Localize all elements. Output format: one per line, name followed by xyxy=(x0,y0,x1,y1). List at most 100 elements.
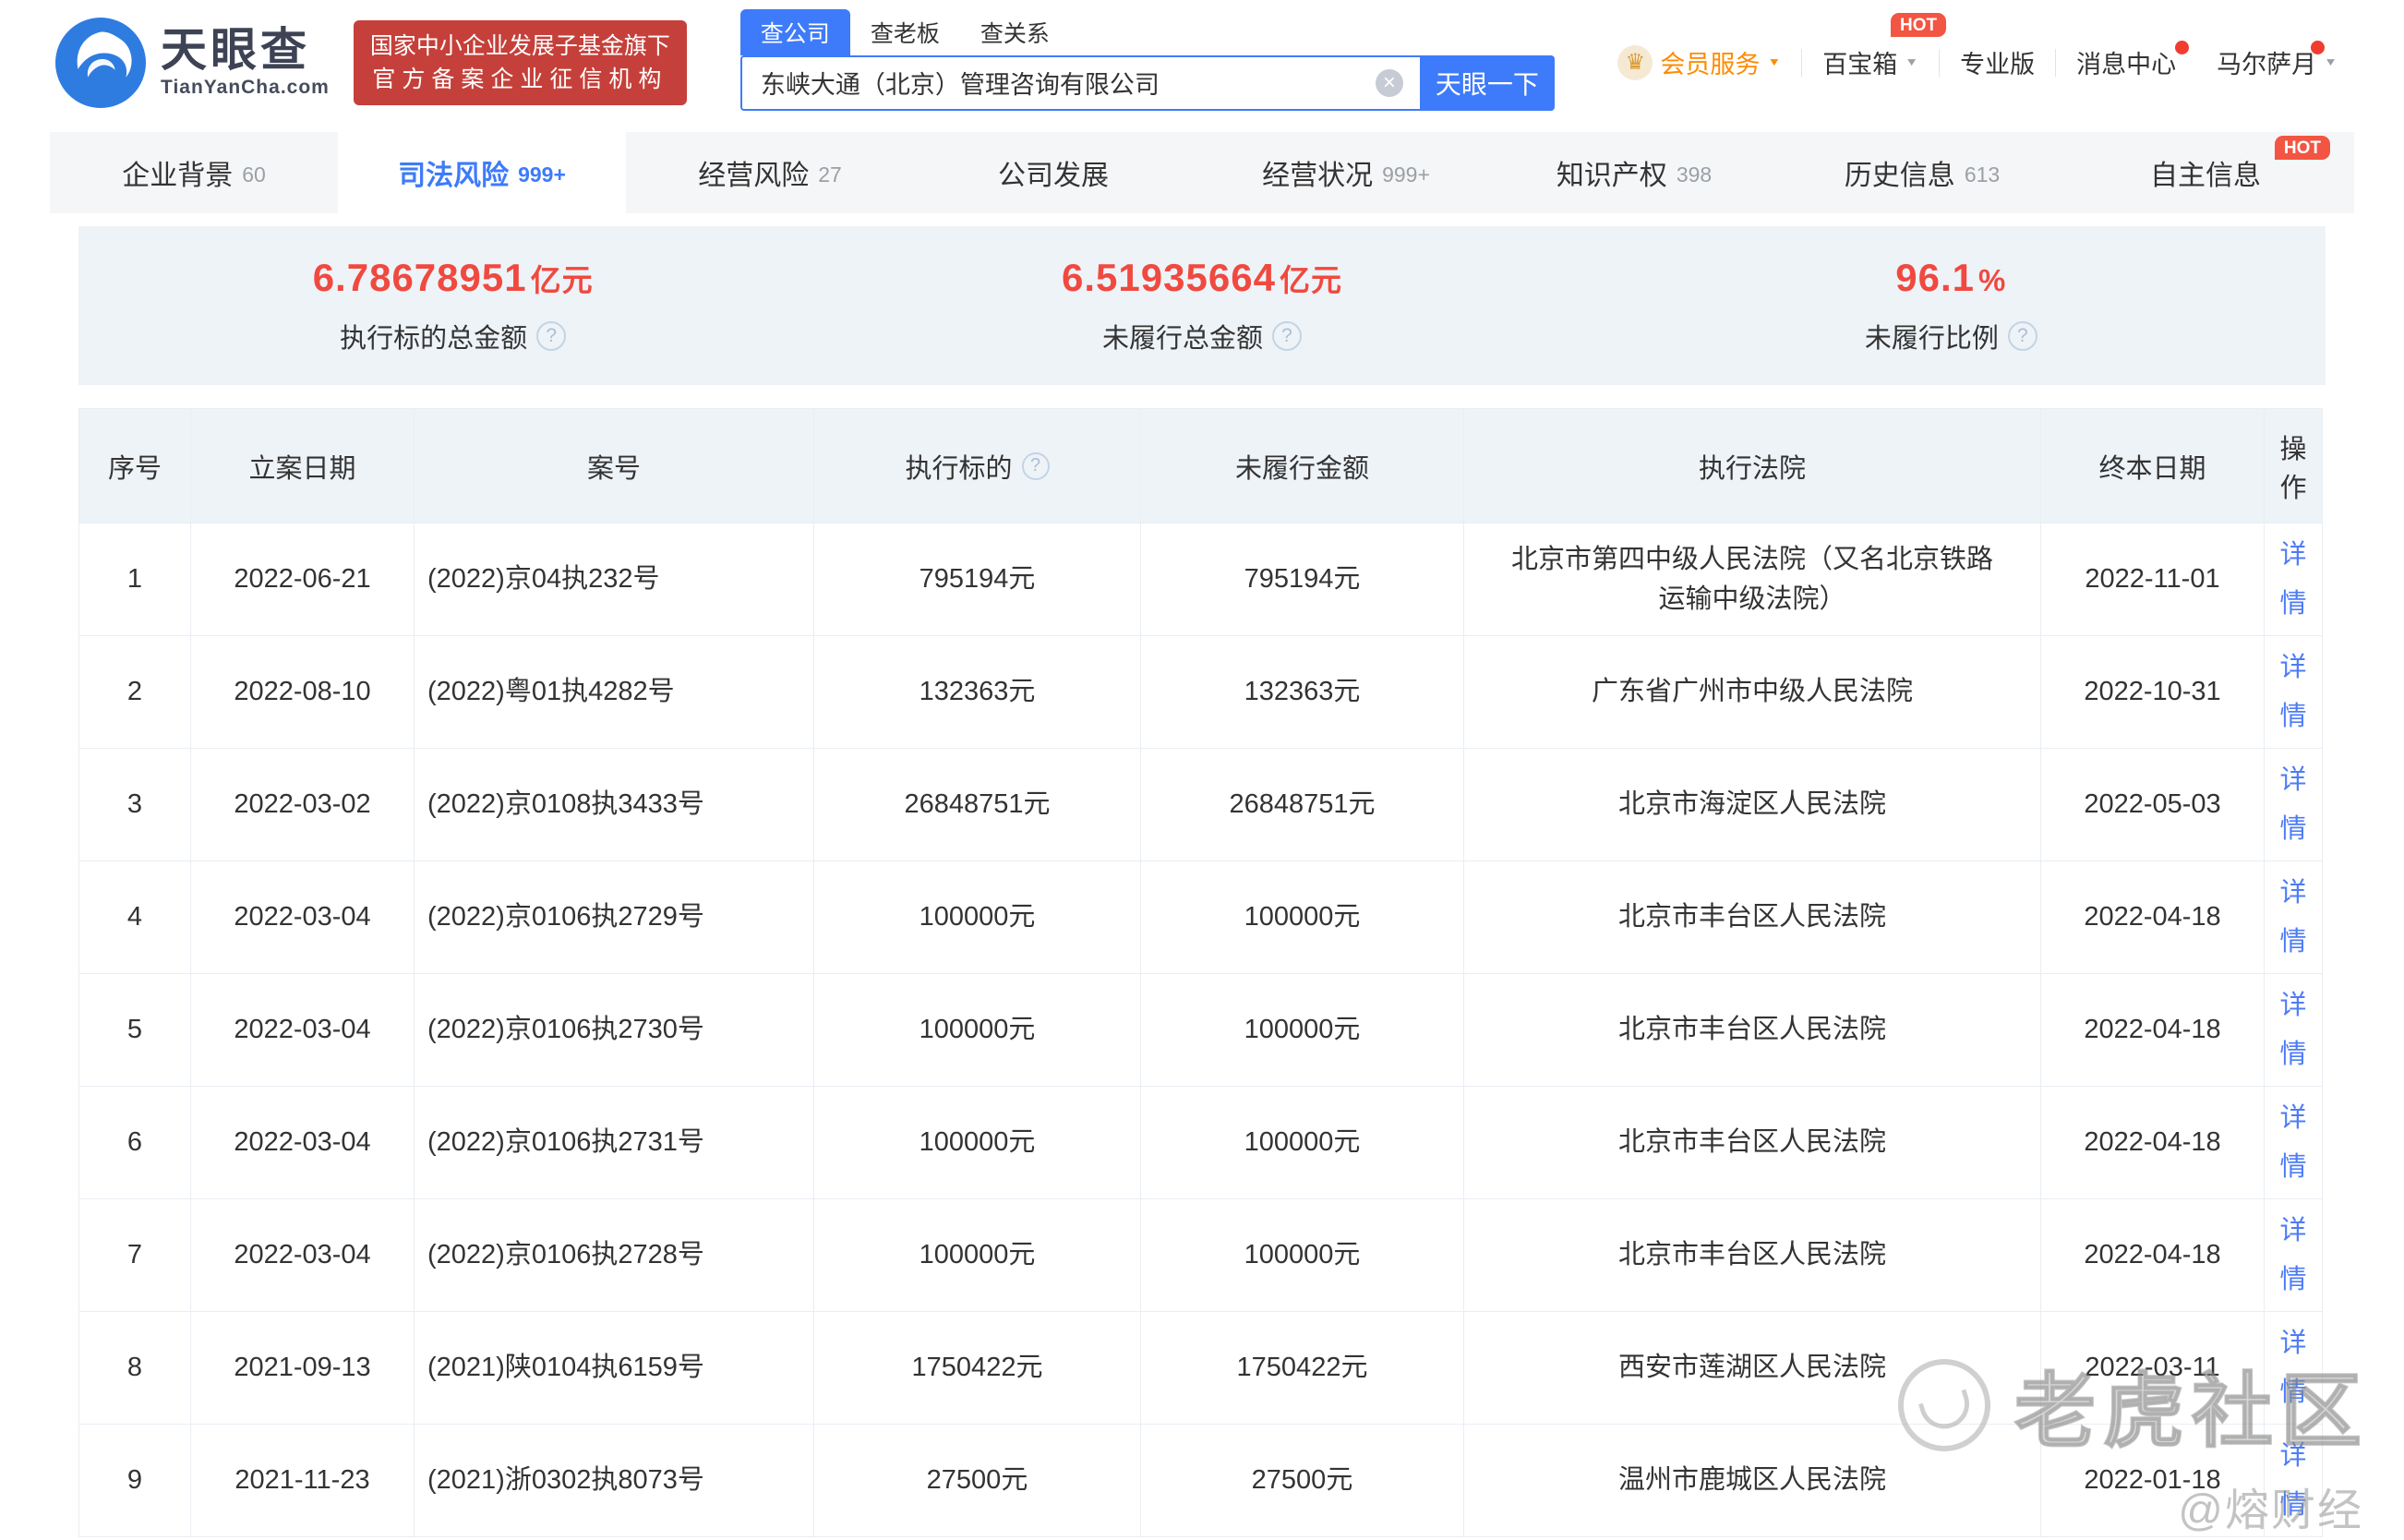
cell-unfulfilled-amount: 100000元 xyxy=(1140,860,1464,974)
cell-execution-target: 100000元 xyxy=(813,1198,1141,1312)
section-tab-count: 27 xyxy=(818,162,842,186)
cell-execution-target: 100000元 xyxy=(813,973,1141,1087)
search-area: 查公司 查老板 查关系 × 天眼一下 xyxy=(739,8,1555,111)
question-help-icon[interactable]: ? xyxy=(1021,451,1050,480)
logo-text-en: TianYanCha.com xyxy=(161,76,330,98)
gov-certification-badge: 国家中小企业发展子基金旗下 官方备案企业征信机构 xyxy=(353,19,687,105)
search-button[interactable]: 天眼一下 xyxy=(1419,54,1555,111)
summary-stat: 6.51935664 亿元 未履行总金额 ? xyxy=(827,226,1576,385)
cell-court: 西安市莲湖区人民法院 xyxy=(1463,1311,2041,1425)
terminated-execution-table: 序号 立案日期 案号 执行标的 ? 未履行金额 执行法院 终本日期 操作 1 2… xyxy=(78,408,2323,1537)
detail-link[interactable]: 详情 xyxy=(2278,1432,2308,1528)
section-tab[interactable]: 自主信息 HOT xyxy=(2066,132,2354,213)
cell-unfulfilled-amount: 795194元 xyxy=(1140,523,1464,636)
cell-unfulfilled-amount: 100000元 xyxy=(1140,1198,1464,1312)
cell-case-number: (2022)京04执232号 xyxy=(414,523,814,636)
section-tab-label: 企业背景 xyxy=(122,161,234,191)
table-row: 3 2022-03-02 (2022)京0108执3433号 26848751元… xyxy=(78,748,2323,861)
section-tab-label: 历史信息 xyxy=(1844,161,1955,191)
cell-action: 详情 xyxy=(2264,860,2323,974)
tianyancha-logo-icon xyxy=(55,17,146,108)
cell-action: 详情 xyxy=(2264,748,2323,861)
cell-case-number: (2022)京0106执2729号 xyxy=(414,860,814,974)
question-help-icon[interactable]: ? xyxy=(2007,321,2037,351)
cell-seq: 7 xyxy=(78,1198,191,1312)
cell-execution-target: 100000元 xyxy=(813,1086,1141,1199)
question-help-icon[interactable]: ? xyxy=(536,321,567,351)
nav-vip-services[interactable]: ♛ 会员服务 ▼ xyxy=(1597,44,1801,80)
section-tab[interactable]: 司法风险 999+ HOT xyxy=(338,132,626,213)
detail-link[interactable]: 详情 xyxy=(2278,756,2308,852)
nav-user-menu[interactable]: 马尔萨月 ▼ xyxy=(2196,41,2358,80)
summary-stat: 96.1% 未履行比例 ? xyxy=(1577,226,2326,385)
cell-seq: 5 xyxy=(78,973,191,1087)
clear-input-icon[interactable]: × xyxy=(1375,68,1403,97)
cell-filing-date: 2022-06-21 xyxy=(190,523,415,636)
nav-toolbox[interactable]: HOT 百宝箱 ▼ xyxy=(1802,13,1947,80)
section-tab[interactable]: 企业背景 60 HOT xyxy=(50,132,338,213)
section-tab[interactable]: 经营状况 999+ HOT xyxy=(1202,132,1490,213)
col-execution-target: 执行标的 ? xyxy=(813,408,1141,523)
cell-end-date: 2022-04-18 xyxy=(2040,860,2265,974)
detail-link[interactable]: 详情 xyxy=(2278,869,2308,965)
cell-end-date: 2022-04-18 xyxy=(2040,1198,2265,1312)
col-unfulfilled-amount: 未履行金额 xyxy=(1140,408,1464,523)
question-help-icon[interactable]: ? xyxy=(1272,321,1302,351)
stat-value: 6.51935664 亿元 xyxy=(1062,256,1342,299)
crown-icon: ♛ xyxy=(1617,44,1653,80)
search-tab[interactable]: 查公司 xyxy=(739,8,850,55)
search-tab[interactable]: 查关系 xyxy=(960,9,1070,55)
cell-end-date: 2022-04-18 xyxy=(2040,1086,2265,1199)
cell-case-number: (2022)京0106执2730号 xyxy=(414,973,814,1087)
cell-case-number: (2021)浙0302执8073号 xyxy=(414,1424,814,1537)
gov-badge-line2: 官方备案企业征信机构 xyxy=(372,66,668,92)
cell-seq: 8 xyxy=(78,1311,191,1425)
cell-court: 广东省广州市中级人民法院 xyxy=(1463,635,2041,749)
section-tab[interactable]: 公司发展 HOT xyxy=(914,132,1202,213)
cell-court: 北京市丰台区人民法院 xyxy=(1463,1086,2041,1199)
cell-case-number: (2022)粤01执4282号 xyxy=(414,635,814,749)
cell-case-number: (2022)京0106执2731号 xyxy=(414,1086,814,1199)
section-tab-count: 613 xyxy=(1964,162,2001,186)
cell-filing-date: 2021-09-13 xyxy=(190,1311,415,1425)
detail-link[interactable]: 详情 xyxy=(2278,1319,2308,1415)
section-tab[interactable]: 历史信息 613 HOT xyxy=(1778,132,2066,213)
company-section-tabs: 企业背景 60 HOT 司法风险 999+ HOT 经营风险 27 HOT 公司… xyxy=(50,132,2354,213)
search-tab[interactable]: 查老板 xyxy=(850,9,960,55)
section-tab[interactable]: 知识产权 398 HOT xyxy=(1490,132,1778,213)
search-input[interactable] xyxy=(739,54,1420,111)
table-row: 1 2022-06-21 (2022)京04执232号 795194元 7951… xyxy=(78,523,2323,636)
section-tab[interactable]: 经营风险 27 HOT xyxy=(626,132,914,213)
cell-execution-target: 27500元 xyxy=(813,1424,1141,1537)
top-header: 天眼查 TianYanCha.com 国家中小企业发展子基金旗下 官方备案企业征… xyxy=(0,0,2404,125)
nav-message-center[interactable]: 消息中心 xyxy=(2056,41,2196,80)
hot-badge: HOT xyxy=(2274,136,2330,160)
tianyancha-logo[interactable]: 天眼查 TianYanCha.com xyxy=(55,17,330,108)
toolbox-label: 百宝箱 xyxy=(1822,51,1898,78)
col-seq: 序号 xyxy=(78,408,191,523)
section-tab-label: 知识产权 xyxy=(1556,161,1667,191)
cell-court: 北京市丰台区人民法院 xyxy=(1463,973,2041,1087)
stat-value: 6.78678951 亿元 xyxy=(312,256,594,299)
cell-seq: 4 xyxy=(78,860,191,974)
table-row: 8 2021-09-13 (2021)陕0104执6159号 1750422元 … xyxy=(78,1311,2323,1425)
detail-link[interactable]: 详情 xyxy=(2278,1207,2308,1303)
cell-filing-date: 2022-03-04 xyxy=(190,1086,415,1199)
cell-end-date: 2022-01-18 xyxy=(2040,1424,2265,1537)
table-row: 5 2022-03-04 (2022)京0106执2730号 100000元 1… xyxy=(78,973,2323,1087)
chevron-down-icon: ▼ xyxy=(2324,55,2338,69)
cell-court: 北京市海淀区人民法院 xyxy=(1463,748,2041,861)
summary-stat: 6.78678951 亿元 执行标的总金额 ? xyxy=(78,226,827,385)
detail-link[interactable]: 详情 xyxy=(2278,644,2308,740)
cell-execution-target: 1750422元 xyxy=(813,1311,1141,1425)
detail-link[interactable]: 详情 xyxy=(2278,981,2308,1077)
chevron-down-icon: ▼ xyxy=(1767,55,1782,69)
cell-end-date: 2022-11-01 xyxy=(2040,523,2265,636)
cell-seq: 9 xyxy=(78,1424,191,1537)
nav-pro-version[interactable]: 专业版 xyxy=(1940,44,2055,80)
cell-execution-target: 795194元 xyxy=(813,523,1141,636)
detail-link[interactable]: 详情 xyxy=(2278,531,2308,627)
detail-link[interactable]: 详情 xyxy=(2278,1094,2308,1190)
cell-seq: 1 xyxy=(78,523,191,636)
table-row: 9 2021-11-23 (2021)浙0302执8073号 27500元 27… xyxy=(78,1424,2323,1537)
